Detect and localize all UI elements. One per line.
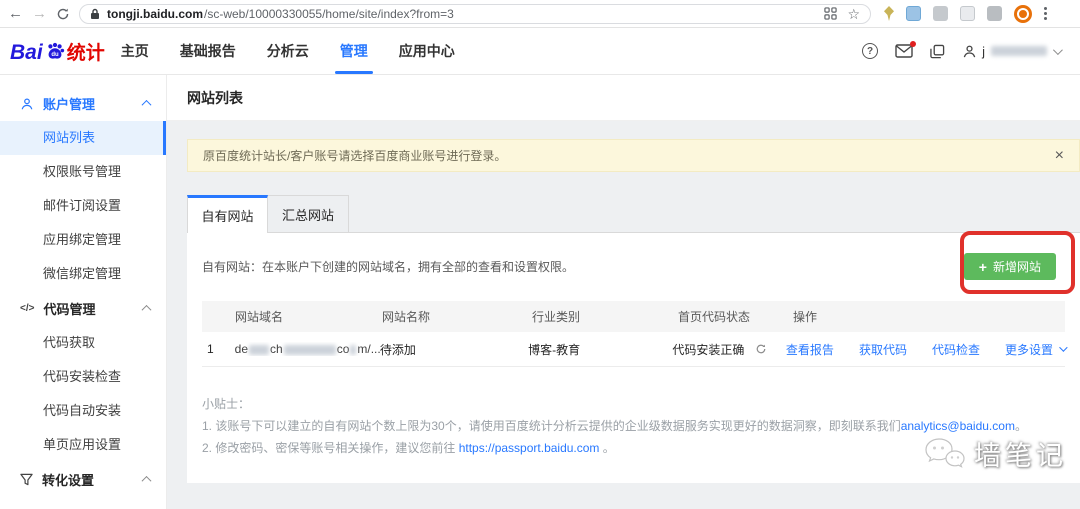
chat-bubbles-icon bbox=[922, 435, 966, 473]
nav-analytics-cloud[interactable]: 分析云 bbox=[267, 28, 309, 74]
nav-home[interactable]: 主页 bbox=[121, 28, 149, 74]
plus-icon: + bbox=[979, 260, 987, 274]
help-icon[interactable]: ? bbox=[862, 43, 878, 59]
paw-icon: du bbox=[44, 40, 66, 62]
recheck-icon[interactable] bbox=[755, 343, 767, 355]
extension-icon[interactable] bbox=[987, 6, 1002, 21]
col-code-status: 首页代码状态 bbox=[678, 308, 793, 325]
action-more-settings[interactable]: 更多设置 bbox=[1005, 341, 1065, 358]
header-actions: ? j bbox=[862, 43, 1060, 59]
copy-pages-icon[interactable] bbox=[930, 44, 945, 59]
bookmark-star-icon[interactable]: ☆ bbox=[847, 7, 860, 21]
sidebar-item-wechat-binding[interactable]: 微信绑定管理 bbox=[0, 257, 166, 291]
user-menu[interactable]: j bbox=[962, 44, 1060, 59]
sidebar-section-conversion[interactable]: 转化设置 bbox=[0, 462, 166, 497]
col-industry: 行业类别 bbox=[532, 308, 678, 325]
action-code-check[interactable]: 代码检查 bbox=[932, 341, 980, 358]
refresh-icon[interactable] bbox=[56, 7, 70, 21]
notice-banner: 原百度统计站长/客户账号请选择百度商业账号进行登录。 × bbox=[187, 139, 1080, 172]
tab-groups-icon[interactable] bbox=[824, 7, 837, 20]
browser-toolbar: ← → tongji.baidu.com /sc-web/10000330055… bbox=[0, 0, 1080, 28]
close-icon[interactable]: × bbox=[1055, 148, 1064, 164]
messages-icon[interactable] bbox=[895, 44, 913, 58]
nav-manage[interactable]: 管理 bbox=[340, 28, 368, 74]
sidebar-item-app-binding[interactable]: 应用绑定管理 bbox=[0, 223, 166, 257]
browser-extensions bbox=[884, 5, 1047, 23]
chevron-up-icon bbox=[142, 100, 152, 110]
table-header: 网站域名 网站名称 行业类别 首页代码状态 操作 bbox=[202, 301, 1065, 332]
nav-app-center[interactable]: 应用中心 bbox=[399, 28, 455, 74]
watermark: 墙笔记 bbox=[922, 434, 1067, 473]
passport-link[interactable]: https://passport.baidu.com bbox=[459, 441, 600, 455]
tab-own-sites[interactable]: 自有网站 bbox=[187, 195, 268, 233]
svg-text:du: du bbox=[51, 52, 59, 58]
extension-icon[interactable] bbox=[933, 6, 948, 21]
unread-badge bbox=[910, 41, 916, 47]
logo-text-suffix: 统计 bbox=[67, 38, 105, 65]
col-actions: 操作 bbox=[793, 308, 1065, 325]
tab-aggregated-sites[interactable]: 汇总网站 bbox=[268, 195, 349, 232]
action-get-code[interactable]: 获取代码 bbox=[859, 341, 907, 358]
sites-table: 网站域名 网站名称 行业类别 首页代码状态 操作 1 dechcom/... 待… bbox=[202, 301, 1065, 367]
back-icon[interactable]: ← bbox=[8, 6, 23, 21]
address-bar[interactable]: tongji.baidu.com /sc-web/10000330055/hom… bbox=[79, 4, 871, 24]
chevron-down-icon bbox=[1053, 45, 1063, 55]
lock-icon bbox=[90, 8, 100, 20]
app-header: Bai du 统计 主页 基础报告 分析云 管理 应用中心 ? j bbox=[0, 28, 1080, 75]
add-site-label: 新增网站 bbox=[993, 258, 1041, 275]
main-nav: 主页 基础报告 分析云 管理 应用中心 bbox=[121, 28, 455, 74]
action-view-report[interactable]: 查看报告 bbox=[786, 341, 834, 358]
chevron-up-icon bbox=[142, 476, 152, 486]
tab-description: 自有网站：在本账户下创建的网站域名，拥有全部的查看和设置权限。 bbox=[202, 258, 574, 275]
sidebar-item-permission-accounts[interactable]: 权限账号管理 bbox=[0, 155, 166, 189]
page: ← → tongji.baidu.com /sc-web/10000330055… bbox=[0, 0, 1080, 509]
add-site-button[interactable]: + 新增网站 bbox=[964, 253, 1056, 280]
sidebar-item-spa-settings[interactable]: 单页应用设置 bbox=[0, 428, 166, 462]
page-title-bar: 网站列表 bbox=[167, 75, 1080, 121]
url-host: tongji.baidu.com bbox=[107, 7, 203, 21]
username-redacted bbox=[991, 46, 1047, 56]
tab-strip: 自有网站 汇总网站 bbox=[187, 195, 1080, 233]
analytics-email-link[interactable]: analytics@baidu.com bbox=[901, 419, 1015, 433]
username: j bbox=[982, 44, 985, 59]
chevron-up-icon bbox=[142, 305, 152, 315]
extension-icon[interactable] bbox=[960, 6, 975, 21]
sidebar-section-code[interactable]: </> 代码管理 bbox=[0, 291, 166, 326]
nav-basic-reports[interactable]: 基础报告 bbox=[180, 28, 236, 74]
sidebar-item-site-list[interactable]: 网站列表 bbox=[0, 121, 166, 155]
forward-icon[interactable]: → bbox=[32, 6, 47, 21]
page-title: 网站列表 bbox=[187, 88, 243, 108]
user-icon bbox=[20, 97, 34, 111]
sidebar-item-email-subscription[interactable]: 邮件订阅设置 bbox=[0, 189, 166, 223]
site-domain: dechcom/... bbox=[235, 342, 380, 356]
section-label: 转化设置 bbox=[42, 470, 94, 489]
tips-title: 小贴士： bbox=[202, 393, 1065, 415]
url-path: /sc-web/10000330055/home/site/index?from… bbox=[204, 7, 454, 21]
col-site-name: 网站名称 bbox=[382, 308, 532, 325]
extension-icon[interactable] bbox=[906, 6, 921, 21]
chevron-down-icon bbox=[1059, 343, 1067, 351]
sidebar: 账户管理 网站列表 权限账号管理 邮件订阅设置 应用绑定管理 微信绑定管理 </… bbox=[0, 75, 167, 509]
site-industry: 博客-教育 bbox=[528, 341, 672, 358]
funnel-icon bbox=[20, 473, 33, 486]
col-domain: 网站域名 bbox=[235, 308, 382, 325]
pin-extension-icon[interactable] bbox=[884, 6, 894, 21]
sidebar-section-account[interactable]: 账户管理 bbox=[0, 86, 166, 121]
row-index: 1 bbox=[202, 342, 235, 356]
sidebar-item-code-auto-install[interactable]: 代码自动安装 bbox=[0, 394, 166, 428]
notice-text: 原百度统计站长/客户账号请选择百度商业账号进行登录。 bbox=[203, 147, 506, 164]
section-label: 代码管理 bbox=[43, 299, 95, 318]
browser-menu-icon[interactable] bbox=[1044, 7, 1047, 20]
sidebar-item-get-code[interactable]: 代码获取 bbox=[0, 326, 166, 360]
baidu-tongji-logo[interactable]: Bai du 统计 bbox=[10, 37, 105, 65]
browser-profile-avatar[interactable] bbox=[1014, 5, 1032, 23]
watermark-text: 墙笔记 bbox=[974, 434, 1067, 473]
table-row: 1 dechcom/... 待添加 博客-教育 代码安装正确 查看报告 bbox=[202, 332, 1065, 367]
logo-text-bai: Bai bbox=[10, 41, 43, 65]
code-icon: </> bbox=[20, 303, 34, 314]
section-label: 账户管理 bbox=[43, 94, 95, 113]
sidebar-item-code-install-check[interactable]: 代码安装检查 bbox=[0, 360, 166, 394]
code-status: 代码安装正确 bbox=[672, 341, 744, 358]
site-name: 待添加 bbox=[380, 341, 528, 358]
